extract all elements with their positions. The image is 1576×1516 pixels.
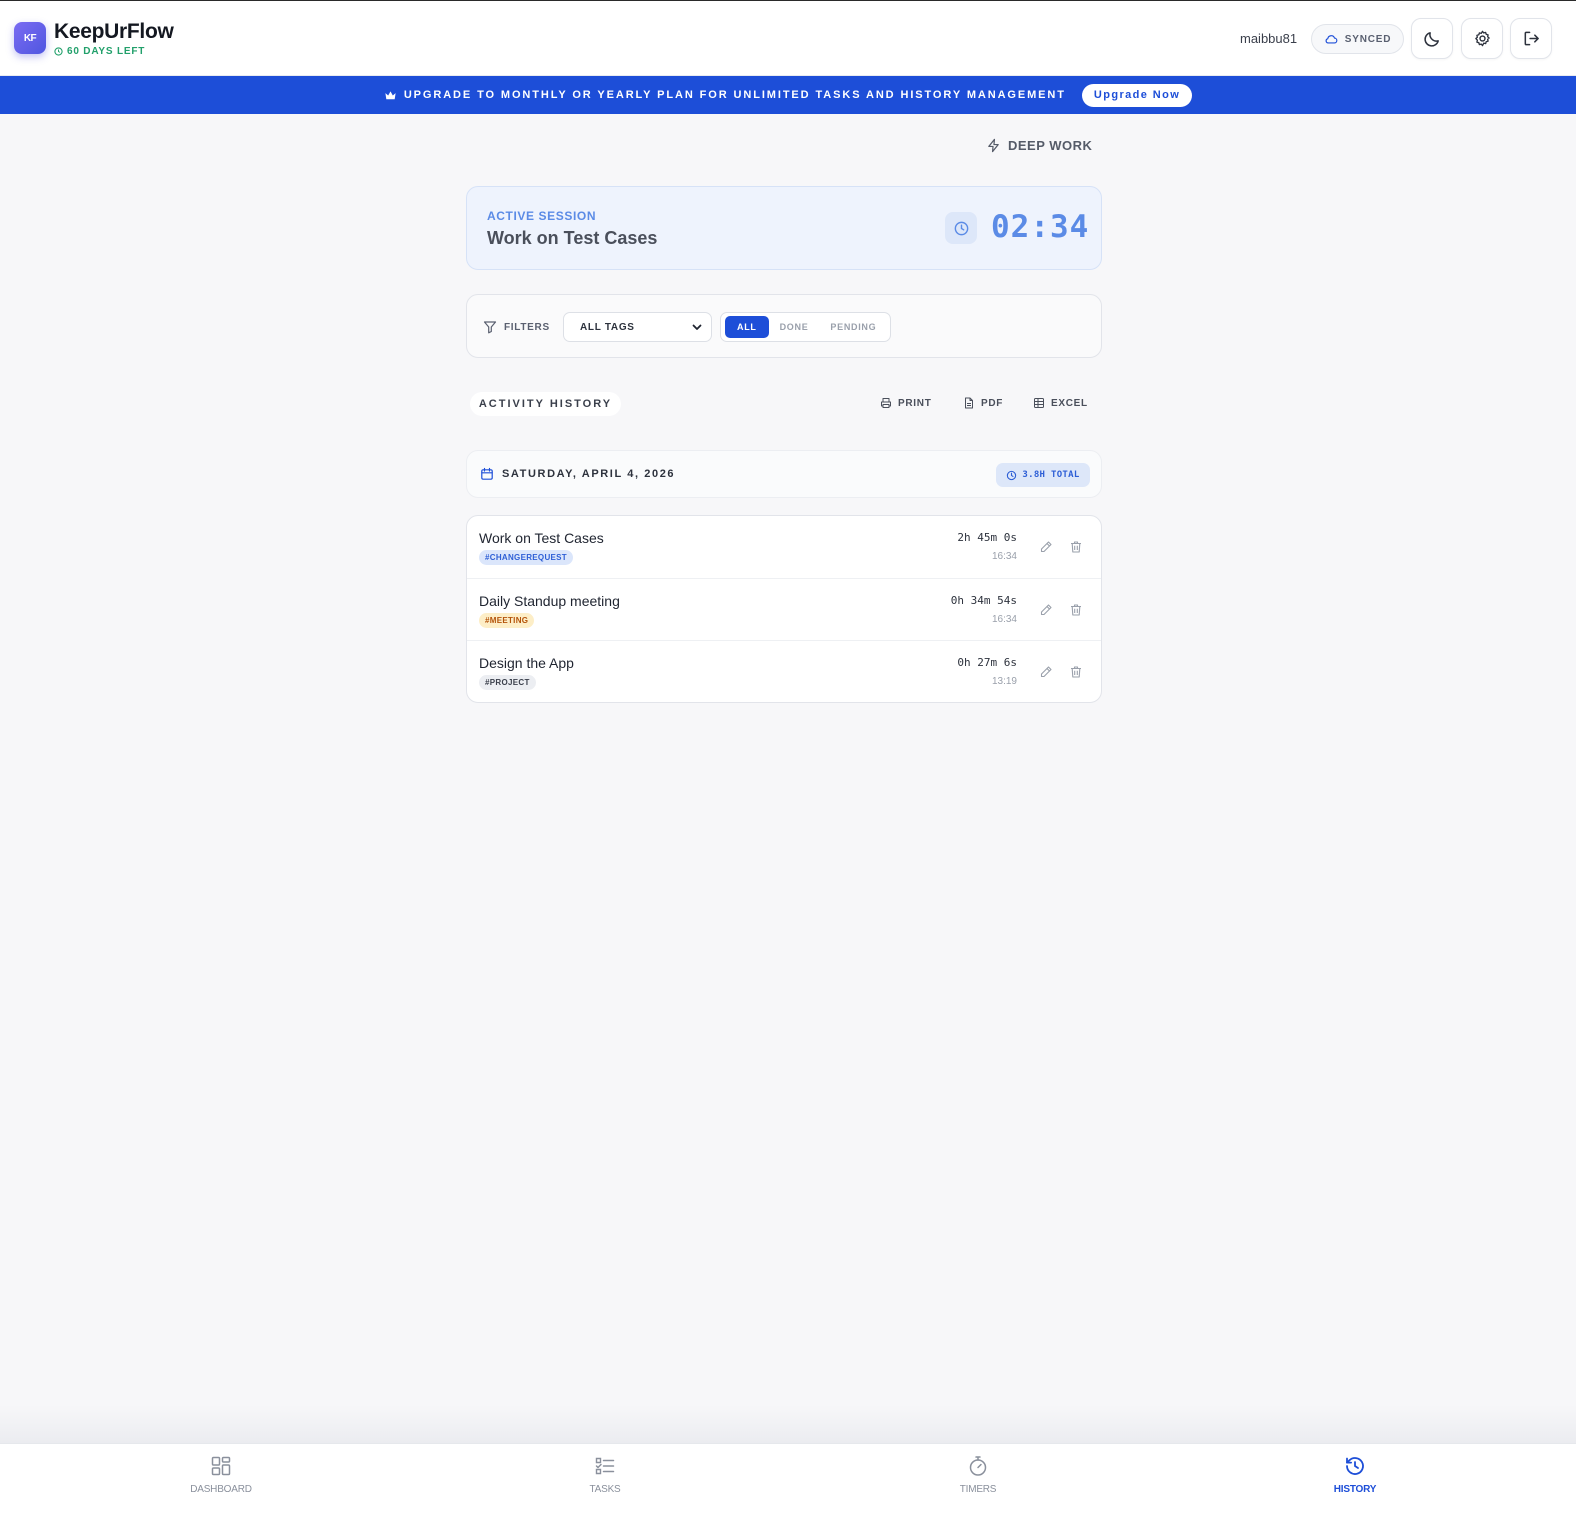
- task-duration: 2h 45m 0s: [957, 531, 1017, 544]
- logout-icon: [1524, 31, 1539, 46]
- clock-small-icon: [54, 47, 63, 56]
- active-session-card[interactable]: ACTIVE SESSION Work on Test Cases 02:34: [466, 186, 1102, 270]
- tag-filter-value: ALL TAGS: [580, 321, 635, 333]
- deep-work-label: DEEP WORK: [1008, 138, 1093, 153]
- theme-toggle-button[interactable]: [1411, 18, 1453, 59]
- print-button[interactable]: PRINT: [880, 397, 932, 409]
- task-row[interactable]: Design the App #PROJECT 0h 27m 6s 13:19: [467, 641, 1101, 702]
- app-header: KF KeepUrFlow 60 DAYS LEFT maibbu81 SYNC…: [0, 1, 1576, 76]
- task-row[interactable]: Daily Standup meeting #MEETING 0h 34m 54…: [467, 579, 1101, 642]
- sync-status-badge: SYNCED: [1311, 24, 1404, 54]
- nav-dashboard-label: DASHBOARD: [190, 1484, 252, 1495]
- bottom-fade: [0, 1405, 1576, 1443]
- history-clock-icon: [1346, 1457, 1364, 1475]
- table-grid-icon: [1034, 398, 1044, 408]
- nav-history[interactable]: HISTORY: [1305, 1454, 1405, 1495]
- print-label: PRINT: [898, 397, 932, 409]
- tag-filter-select[interactable]: ALL TAGS: [563, 312, 712, 342]
- task-duration: 0h 34m 54s: [950, 593, 1017, 607]
- excel-export-button[interactable]: EXCEL: [1033, 397, 1088, 409]
- active-session-title: Work on Test Cases: [487, 228, 658, 248]
- filters-label: FILTERS: [483, 320, 550, 334]
- activity-history-title: ACTIVITY HISTORY: [470, 392, 621, 416]
- nav-history-label: HISTORY: [1333, 1484, 1377, 1495]
- lightning-icon: [988, 138, 999, 153]
- session-clock-icon: [945, 212, 977, 244]
- trash-icon: [1071, 666, 1081, 678]
- stopwatch-icon: [969, 1456, 987, 1476]
- delete-task-button[interactable]: [1068, 602, 1084, 618]
- filters-label-text: FILTERS: [504, 321, 550, 333]
- nav-tasks-label: TASKS: [589, 1484, 621, 1495]
- logout-button[interactable]: [1510, 18, 1552, 59]
- task-duration: 0h 27m 6s: [957, 656, 1017, 670]
- trash-icon: [1071, 604, 1081, 616]
- app-logo[interactable]: KF: [14, 22, 46, 54]
- task-time: 13:19: [991, 676, 1017, 688]
- active-session-label: ACTIVE SESSION: [487, 209, 597, 223]
- cloud-icon: [1325, 35, 1338, 44]
- pdf-label: PDF: [981, 397, 1004, 409]
- edit-task-button[interactable]: [1038, 539, 1054, 555]
- settings-button[interactable]: [1461, 18, 1503, 59]
- task-time: 16:34: [991, 551, 1017, 562]
- nav-timers[interactable]: TIMERS: [928, 1454, 1028, 1495]
- moon-icon: [1423, 32, 1439, 47]
- app-name: KeepUrFlow: [54, 20, 174, 43]
- dashboard-grid-icon: [211, 1456, 231, 1476]
- active-session-timer: 02:34: [991, 209, 1090, 245]
- gear-icon: [1474, 30, 1490, 47]
- pdf-export-button[interactable]: PDF: [963, 397, 1003, 409]
- upgrade-banner: UPGRADE TO MONTHLY OR YEARLY PLAN FOR UN…: [0, 76, 1576, 114]
- crown-icon: [385, 90, 396, 99]
- calendar-icon: [481, 467, 493, 480]
- task-title: Work on Test Cases: [479, 530, 604, 546]
- pencil-icon: [1040, 541, 1052, 553]
- filter-funnel-icon: [483, 321, 497, 334]
- printer-icon: [881, 398, 891, 408]
- status-filter-done[interactable]: DONE: [769, 316, 820, 338]
- status-filter-pending[interactable]: PENDING: [819, 316, 887, 338]
- trial-days-left: 60 DAYS LEFT: [54, 46, 145, 57]
- upgrade-message: UPGRADE TO MONTHLY OR YEARLY PLAN FOR UN…: [384, 89, 1066, 102]
- sync-status-text: SYNCED: [1344, 33, 1392, 45]
- trial-days-left-text: 60 DAYS LEFT: [67, 46, 146, 57]
- delete-task-button[interactable]: [1068, 664, 1084, 680]
- task-row[interactable]: Work on Test Cases #CHANGEREQUEST 2h 45m…: [467, 516, 1101, 579]
- task-history-list: Work on Test Cases #CHANGEREQUEST 2h 45m…: [466, 515, 1102, 703]
- task-title: Design the App: [479, 655, 574, 672]
- status-filter-all[interactable]: ALL: [725, 316, 769, 338]
- day-total-badge: 3.8H TOTAL: [996, 463, 1090, 487]
- task-list-icon: [595, 1457, 615, 1475]
- task-tag: #MEETING: [479, 612, 535, 628]
- nav-timers-label: TIMERS: [959, 1484, 997, 1495]
- clock-icon: [1007, 470, 1017, 480]
- pencil-icon: [1040, 604, 1052, 615]
- nav-dashboard[interactable]: DASHBOARD: [171, 1454, 271, 1495]
- day-date-text: SATURDAY, APRIL 4, 2026: [502, 468, 676, 480]
- day-group-header: SATURDAY, APRIL 4, 2026 3.8H TOTAL: [466, 450, 1102, 498]
- status-filter-segmented: ALL DONE PENDING: [720, 312, 891, 342]
- delete-task-button[interactable]: [1068, 539, 1084, 555]
- deep-work-toggle[interactable]: DEEP WORK: [986, 138, 1092, 153]
- task-time: 16:34: [991, 613, 1017, 625]
- bottom-navigation: DASHBOARD TASKS TIMERS HISTORY: [0, 1443, 1576, 1516]
- pencil-icon: [1040, 666, 1052, 678]
- edit-task-button[interactable]: [1038, 664, 1054, 680]
- document-icon: [965, 397, 973, 409]
- day-total-text: 3.8H TOTAL: [1022, 470, 1080, 480]
- task-tag: #PROJECT: [479, 675, 536, 691]
- username: maibbu81: [1240, 31, 1298, 46]
- excel-label: EXCEL: [1051, 397, 1088, 409]
- edit-task-button[interactable]: [1038, 602, 1054, 618]
- upgrade-now-button[interactable]: Upgrade Now: [1081, 83, 1193, 107]
- filters-bar: FILTERS ALL TAGS ALL DONE PENDING: [466, 294, 1102, 358]
- day-date: SATURDAY, APRIL 4, 2026: [480, 467, 675, 481]
- task-tag: #CHANGEREQUEST: [479, 550, 573, 565]
- upgrade-message-text: UPGRADE TO MONTHLY OR YEARLY PLAN FOR UN…: [403, 89, 1066, 101]
- nav-tasks[interactable]: TASKS: [555, 1454, 655, 1495]
- trash-icon: [1071, 541, 1081, 553]
- task-title: Daily Standup meeting: [479, 592, 620, 609]
- chevron-down-icon: [692, 324, 702, 330]
